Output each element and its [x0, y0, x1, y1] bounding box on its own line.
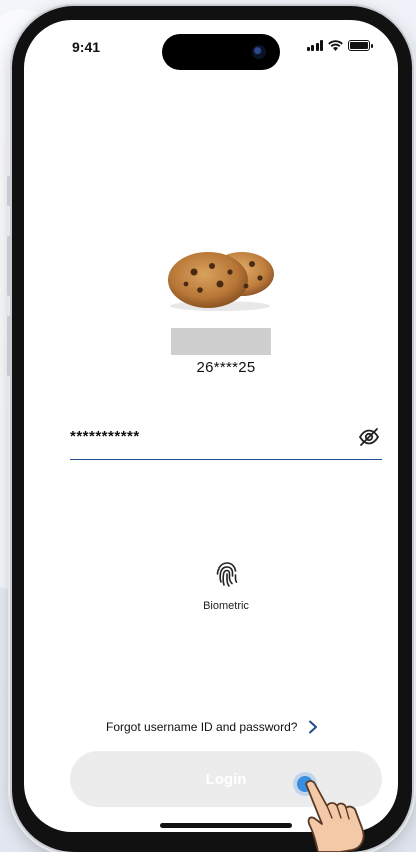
biometric-label[interactable]: Biometric [176, 600, 276, 612]
wifi-icon [328, 40, 343, 51]
masked-account-id: 26****25 [196, 359, 256, 376]
eye-off-icon[interactable] [358, 426, 380, 448]
fingerprint-icon[interactable] [213, 560, 241, 588]
phone-screen: 9:41 26****25 *********** Biometric Forg… [24, 20, 398, 832]
chevron-right-icon[interactable] [307, 720, 319, 734]
status-icons [306, 40, 373, 51]
dynamic-island [162, 34, 280, 70]
password-value[interactable]: *********** [70, 428, 140, 445]
volume-down-button [7, 316, 12, 376]
redacted-name [171, 328, 271, 355]
signal-icon [306, 40, 323, 51]
home-indicator [160, 823, 292, 828]
volume-up-button [7, 236, 12, 296]
password-field[interactable]: *********** [70, 420, 382, 460]
forgot-credentials-link[interactable]: Forgot username ID and password? [106, 720, 319, 734]
mute-switch [7, 176, 12, 206]
status-time: 9:41 [72, 39, 101, 55]
battery-icon [348, 40, 373, 51]
forgot-credentials-label[interactable]: Forgot username ID and password? [106, 720, 297, 734]
camera-icon [252, 45, 266, 59]
cookies-image [168, 252, 274, 311]
pointing-hand-icon [305, 780, 365, 852]
